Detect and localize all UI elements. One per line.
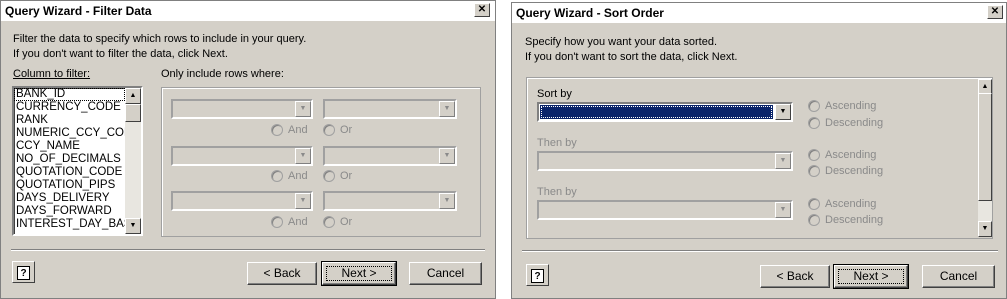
- list-item[interactable]: QUOTATION_CODE: [14, 166, 125, 179]
- help-icon: ?: [17, 266, 30, 280]
- column-list: BANK_ID CURRENCY_CODE RANK NUMERIC_CCY_CODE…: [14, 88, 140, 231]
- chevron-down-icon: ▼: [439, 193, 455, 209]
- sort-intro-line2: If you don't want to sort the data, clic…: [525, 51, 738, 63]
- criteria3-or-radio[interactable]: [323, 216, 335, 228]
- chevron-down-icon: ▼: [295, 193, 311, 209]
- sort-dialog-title: Query Wizard - Sort Order: [512, 3, 1006, 23]
- filter-cancel-button[interactable]: Cancel: [409, 262, 482, 285]
- sort-cancel-button[interactable]: Cancel: [922, 265, 995, 288]
- criteria2-and-radio[interactable]: [271, 170, 283, 182]
- column-listbox[interactable]: BANK_ID CURRENCY_CODE RANK NUMERIC_CCY_CODE…: [12, 86, 143, 236]
- sort-scrollbar[interactable]: ▲ ▼: [978, 79, 992, 237]
- list-item[interactable]: INTEREST_DAY_BAS: [14, 218, 131, 231]
- criteria3-operator-combo[interactable]: ▼: [171, 191, 313, 211]
- filter-intro-line2: If you don't want to filter the data, cl…: [13, 48, 228, 60]
- then-by-2-descending-label: Descending: [825, 214, 884, 226]
- criteria2-or-radio[interactable]: [323, 170, 335, 182]
- criteria3-and-label: And: [288, 216, 308, 228]
- scroll-down-icon[interactable]: ▼: [125, 218, 141, 234]
- chevron-down-icon: ▼: [295, 148, 311, 164]
- criteria1-operator-combo[interactable]: ▼: [171, 99, 313, 119]
- criteria3-or-label: Or: [340, 216, 353, 228]
- chevron-down-icon: ▼: [439, 148, 455, 164]
- list-item[interactable]: CCY_NAME: [14, 140, 125, 153]
- criteria1-value-combo[interactable]: ▼: [323, 99, 457, 119]
- list-item[interactable]: BANK_ID: [14, 88, 125, 101]
- filter-separator: [11, 249, 485, 251]
- then-by-2-combo[interactable]: ▼: [537, 200, 793, 220]
- filter-back-button[interactable]: < Back: [247, 262, 317, 285]
- scroll-up-icon[interactable]: ▲: [125, 88, 141, 104]
- sort-by-combo[interactable]: ▼: [537, 102, 793, 122]
- only-include-rows-label: Only include rows where:: [161, 68, 284, 80]
- column-to-filter-label: Column to filter:: [13, 68, 91, 80]
- criteria1-or-label: Or: [340, 124, 353, 136]
- then-by-1-label: Then by: [537, 137, 577, 149]
- sort-next-button[interactable]: Next >: [833, 264, 909, 289]
- criteria2-value-combo[interactable]: ▼: [323, 146, 457, 166]
- sort-help-button[interactable]: ?: [526, 264, 549, 286]
- chevron-down-icon: ▼: [775, 202, 791, 218]
- filter-intro-line1: Filter the data to specify which rows to…: [13, 33, 307, 45]
- sort-close-button[interactable]: ✕: [987, 5, 1003, 19]
- sort-by-descending-label: Descending: [825, 117, 884, 129]
- sort-by-descending-radio[interactable]: [808, 117, 820, 129]
- then-by-2-descending-radio[interactable]: [808, 214, 820, 226]
- chevron-down-icon: ▼: [295, 101, 311, 117]
- sort-by-ascending-radio[interactable]: [808, 100, 820, 112]
- chevron-down-icon: ▼: [775, 104, 791, 120]
- column-list-scrollbar[interactable]: ▲ ▼: [125, 88, 141, 234]
- filter-next-button[interactable]: Next >: [321, 261, 397, 286]
- sort-by-ascending-label: Ascending: [825, 100, 877, 112]
- list-item[interactable]: QUOTATION_PIPS: [14, 179, 125, 192]
- then-by-1-descending-radio[interactable]: [808, 165, 820, 177]
- then-by-2-ascending-radio[interactable]: [808, 198, 820, 210]
- criteria3-and-radio[interactable]: [271, 216, 283, 228]
- then-by-1-combo[interactable]: ▼: [537, 151, 793, 171]
- scroll-down-icon[interactable]: ▼: [978, 221, 992, 237]
- scroll-thumb[interactable]: [125, 104, 141, 122]
- chevron-down-icon: ▼: [439, 101, 455, 117]
- list-item[interactable]: RANK: [14, 114, 125, 127]
- sort-by-label: Sort by: [537, 88, 572, 100]
- then-by-2-label: Then by: [537, 186, 577, 198]
- criteria2-and-label: And: [288, 170, 308, 182]
- filter-help-button[interactable]: ?: [12, 261, 35, 283]
- sort-separator: [522, 250, 998, 252]
- criteria2-or-label: Or: [340, 170, 353, 182]
- list-item[interactable]: DAYS_FORWARD: [14, 205, 125, 218]
- criteria1-or-radio[interactable]: [323, 124, 335, 136]
- sort-order-dialog: Query Wizard - Sort Order ✕ Specify how …: [511, 2, 1007, 299]
- list-item[interactable]: NO_OF_DECIMALS: [14, 153, 125, 166]
- help-icon: ?: [531, 269, 544, 283]
- criteria1-and-radio[interactable]: [271, 124, 283, 136]
- filter-data-dialog: Query Wizard - Filter Data ✕ Filter the …: [0, 0, 496, 299]
- criteria3-value-combo[interactable]: ▼: [323, 191, 457, 211]
- list-item[interactable]: CURRENCY_CODE: [14, 101, 125, 114]
- then-by-1-descending-label: Descending: [825, 165, 884, 177]
- list-item[interactable]: DAYS_DELIVERY: [14, 192, 125, 205]
- chevron-down-icon: ▼: [775, 153, 791, 169]
- criteria2-operator-combo[interactable]: ▼: [171, 146, 313, 166]
- then-by-1-ascending-radio[interactable]: [808, 149, 820, 161]
- list-item[interactable]: NUMERIC_CCY_CODE: [14, 127, 140, 140]
- filter-dialog-title: Query Wizard - Filter Data: [1, 1, 495, 21]
- then-by-1-ascending-label: Ascending: [825, 149, 877, 161]
- criteria1-and-label: And: [288, 124, 308, 136]
- sort-intro-line1: Specify how you want your data sorted.: [525, 36, 717, 48]
- sort-back-button[interactable]: < Back: [760, 265, 830, 288]
- then-by-2-ascending-label: Ascending: [825, 198, 877, 210]
- filter-close-button[interactable]: ✕: [474, 3, 490, 17]
- scroll-thumb[interactable]: [978, 93, 992, 201]
